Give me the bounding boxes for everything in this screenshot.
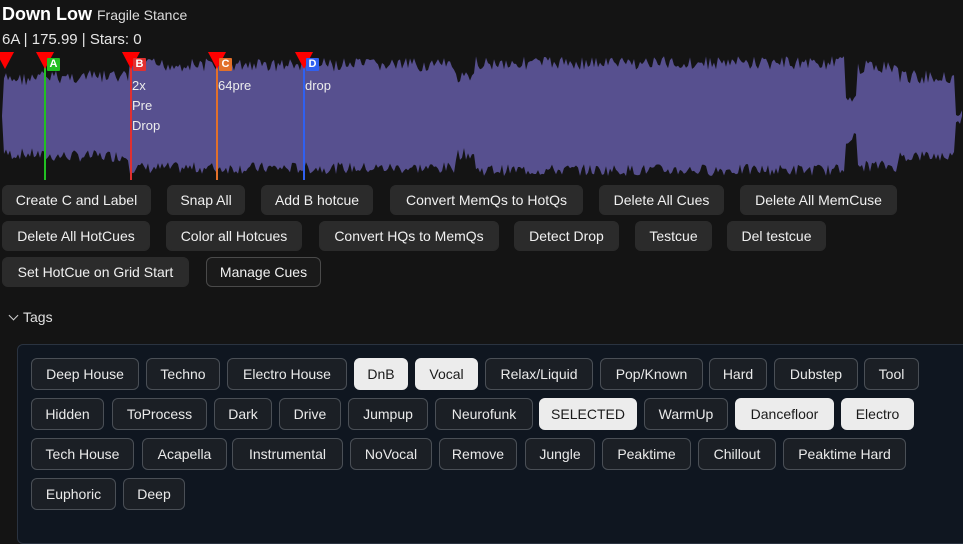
manage-cues-button[interactable]: Manage Cues	[206, 257, 321, 287]
cue-letter-b[interactable]: B	[133, 58, 146, 71]
tag-dark[interactable]: Dark	[214, 398, 272, 430]
tag-neurofunk[interactable]: Neurofunk	[435, 398, 533, 430]
tag-tech-house[interactable]: Tech House	[31, 438, 134, 470]
waveform[interactable]: A B 2x Pre Drop C 64pre Ddrop	[0, 52, 963, 180]
color-all-hotcues-button[interactable]: Color all Hotcues	[166, 221, 302, 251]
tag-deep-house[interactable]: Deep House	[31, 358, 139, 390]
track-meta: 6A | 175.99 | Stars: 0	[2, 31, 142, 48]
tag-peaktime-hard[interactable]: Peaktime Hard	[783, 438, 906, 470]
tag-dnb[interactable]: DnB	[354, 358, 408, 390]
tags-panel: Deep House Techno Electro House DnB Vocal Rel…	[17, 344, 963, 544]
add-b-hotcue-button[interactable]: Add B hotcue	[261, 185, 373, 215]
cue-label-c: 64pre	[218, 78, 252, 93]
snap-all-button[interactable]: Snap All	[167, 185, 245, 215]
chevron-down-icon	[8, 310, 19, 320]
tag-dubstep[interactable]: Dubstep	[774, 358, 858, 390]
tag-techno[interactable]: Techno	[146, 358, 220, 390]
track-title: Down Low	[2, 4, 92, 24]
tag-electro-house[interactable]: Electro House	[227, 358, 347, 390]
tag-chillout[interactable]: Chillout	[698, 438, 776, 470]
cue-letter-a[interactable]: A	[47, 58, 60, 71]
tag-jumpup[interactable]: Jumpup	[348, 398, 428, 430]
convert-memqs-to-hotqs-button[interactable]: Convert MemQs to HotQs	[390, 185, 583, 215]
tag-tool[interactable]: Tool	[864, 358, 919, 390]
tag-novocal[interactable]: NoVocal	[350, 438, 432, 470]
tags-label: Tags	[23, 309, 53, 325]
create-c-and-label-button[interactable]: Create C and Label	[2, 185, 151, 215]
delete-all-hotcues-button[interactable]: Delete All HotCues	[2, 221, 150, 251]
tags-toggle[interactable]: Tags	[8, 309, 53, 325]
track-artist: Fragile Stance	[96, 7, 188, 23]
tag-instrumental[interactable]: Instrumental	[232, 438, 343, 470]
testcue-button[interactable]: Testcue	[635, 221, 712, 251]
tag-warmup[interactable]: WarmUp	[644, 398, 728, 430]
tag-jungle[interactable]: Jungle	[525, 438, 595, 470]
tag-deep[interactable]: Deep	[123, 478, 185, 510]
detect-drop-button[interactable]: Detect Drop	[514, 221, 619, 251]
cue-marker-icon[interactable]	[0, 52, 14, 69]
tag-dancefloor[interactable]: Dancefloor	[735, 398, 834, 430]
tag-toprocess[interactable]: ToProcess	[112, 398, 207, 430]
tag-drive[interactable]: Drive	[279, 398, 341, 430]
tag-acapella[interactable]: Acapella	[142, 438, 227, 470]
track-header: Down Low Fragile Stance	[2, 4, 187, 25]
tag-hard[interactable]: Hard	[709, 358, 767, 390]
delete-all-cues-button[interactable]: Delete All Cues	[599, 185, 724, 215]
set-hotcue-on-grid-start-button[interactable]: Set HotCue on Grid Start	[2, 257, 189, 287]
delete-all-memcuse-button[interactable]: Delete All MemCuse	[740, 185, 897, 215]
cue-label-b: 2x Pre Drop	[132, 78, 161, 133]
tag-peaktime[interactable]: Peaktime	[602, 438, 691, 470]
tag-hidden[interactable]: Hidden	[31, 398, 104, 430]
del-testcue-button[interactable]: Del testcue	[727, 221, 826, 251]
tag-remove[interactable]: Remove	[439, 438, 517, 470]
tag-electro[interactable]: Electro	[841, 398, 914, 430]
tag-pop-known[interactable]: Pop/Known	[600, 358, 703, 390]
cue-letter-c[interactable]: C	[219, 58, 232, 71]
convert-hqs-to-memqs-button[interactable]: Convert HQs to MemQs	[319, 221, 499, 251]
cue-letter-d[interactable]: D	[306, 58, 319, 71]
tag-relax-liquid[interactable]: Relax/Liquid	[485, 358, 593, 390]
tag-euphoric[interactable]: Euphoric	[31, 478, 116, 510]
tag-selected[interactable]: SELECTED	[539, 398, 637, 430]
tag-vocal[interactable]: Vocal	[415, 358, 478, 390]
cue-label-d: drop	[305, 78, 332, 93]
